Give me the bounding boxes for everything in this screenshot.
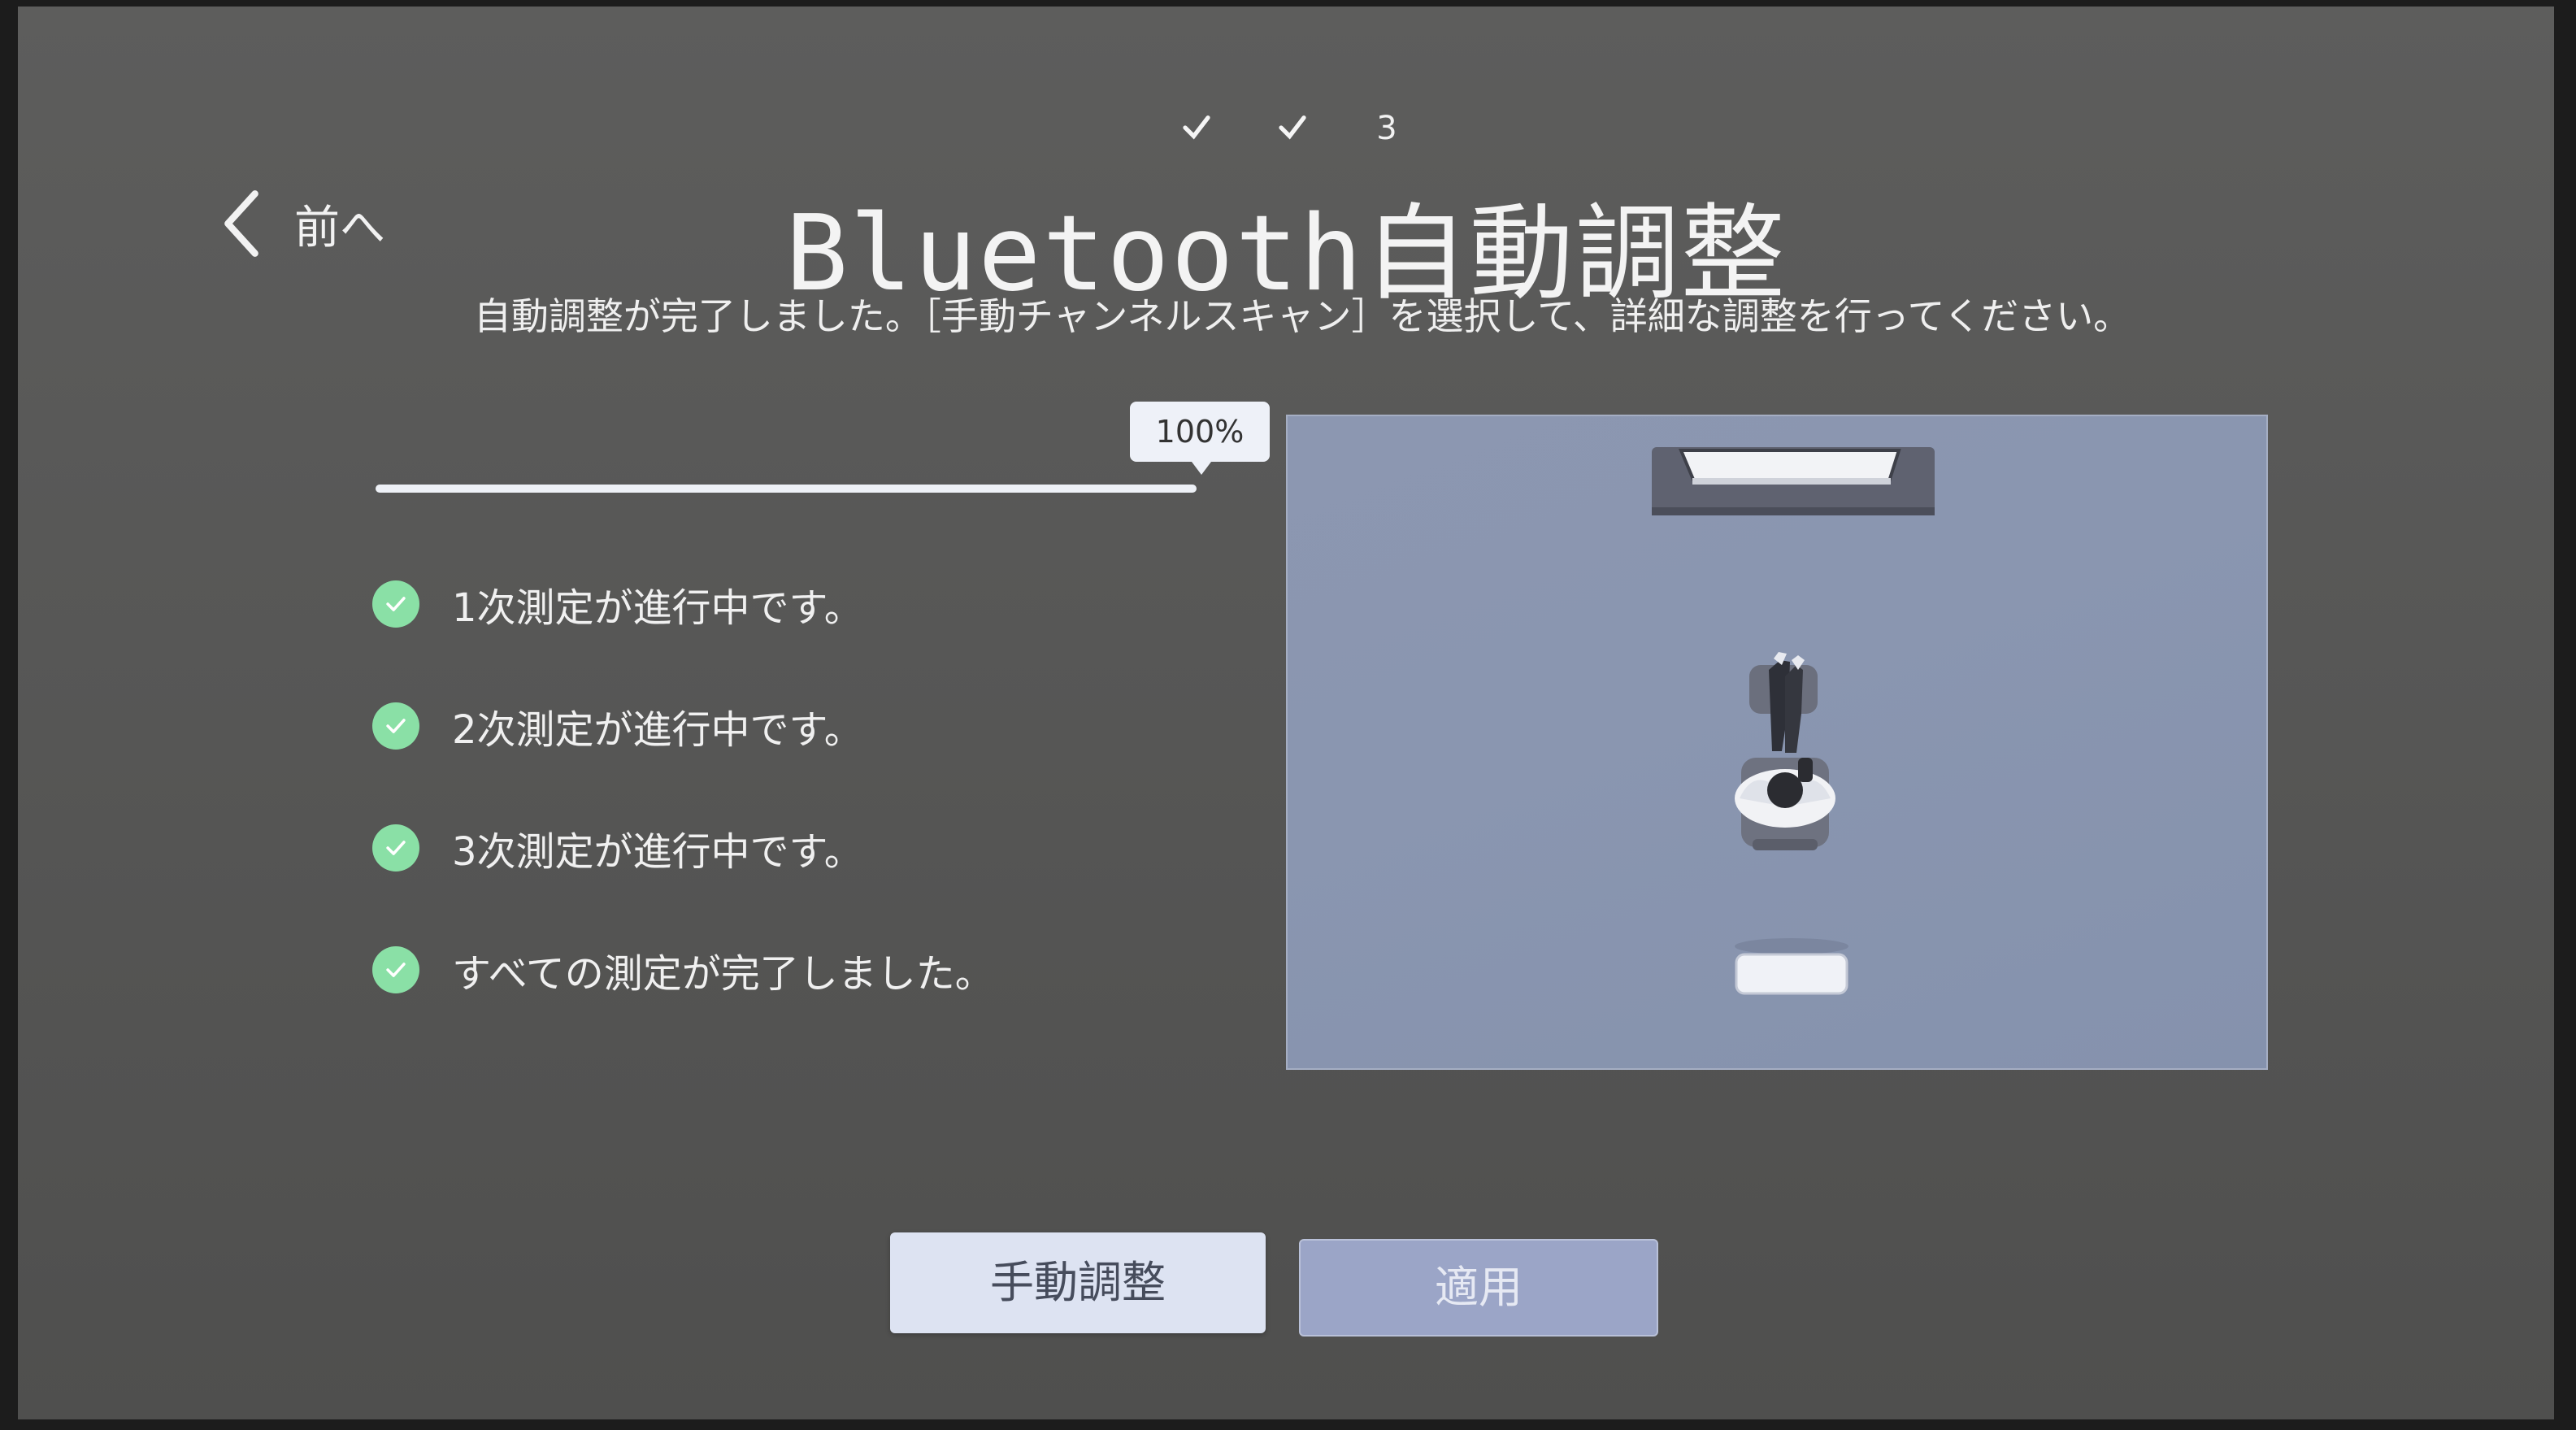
- check-circle-icon: [372, 580, 419, 628]
- checklist-item-label: 1次測定が進行中です。: [452, 585, 863, 631]
- check-icon: [1279, 115, 1306, 140]
- manual-adjust-button[interactable]: 手動調整: [890, 1232, 1266, 1333]
- progress-bar-fill: [376, 485, 1197, 493]
- step-3-current: 3: [1376, 110, 1397, 147]
- check-icon: [1183, 115, 1210, 140]
- measurement-checklist: 1次測定が進行中です。 2次測定が進行中です。 3次測定が進行中です。 すべての…: [372, 543, 1266, 1031]
- checklist-item: 3次測定が進行中です。: [372, 787, 1266, 909]
- check-circle-icon: [372, 702, 419, 750]
- check-circle-icon: [372, 824, 419, 871]
- speaker-icon: [1735, 938, 1848, 995]
- progress-bar: [376, 485, 1197, 493]
- step-1-done: [1172, 104, 1221, 153]
- checklist-item: すべての測定が完了しました。: [372, 909, 1266, 1031]
- status-message: 自動調整が完了しました。［手動チャンネルスキャン］を選択して、詳細な調整を行って…: [473, 294, 2131, 338]
- listener-icon: [1735, 652, 1835, 850]
- action-buttons: 手動調整 適用: [18, 1232, 2554, 1338]
- check-circle-icon: [372, 946, 419, 993]
- checklist-item: 1次測定が進行中です。: [372, 543, 1266, 665]
- room-illustration: [1286, 415, 2268, 1070]
- checklist-item-label: 2次測定が進行中です。: [452, 707, 863, 753]
- step-indicator: 3: [1156, 104, 1449, 153]
- tv-icon: [1652, 447, 1935, 515]
- progress-section: 100%: [367, 397, 1294, 511]
- checklist-item-label: 3次測定が進行中です。: [452, 829, 863, 875]
- progress-percent-tooltip: 100%: [1130, 402, 1270, 475]
- checklist-item: 2次測定が進行中です。: [372, 665, 1266, 787]
- checklist-item-label: すべての測定が完了しました。: [452, 951, 994, 997]
- tv-screen: 3 前へ Bluetooth自動調整 自動調整が完了しました。［手動チャンネルス…: [18, 7, 2554, 1419]
- apply-button[interactable]: 適用: [1299, 1239, 1658, 1337]
- step-2-done: [1268, 104, 1317, 153]
